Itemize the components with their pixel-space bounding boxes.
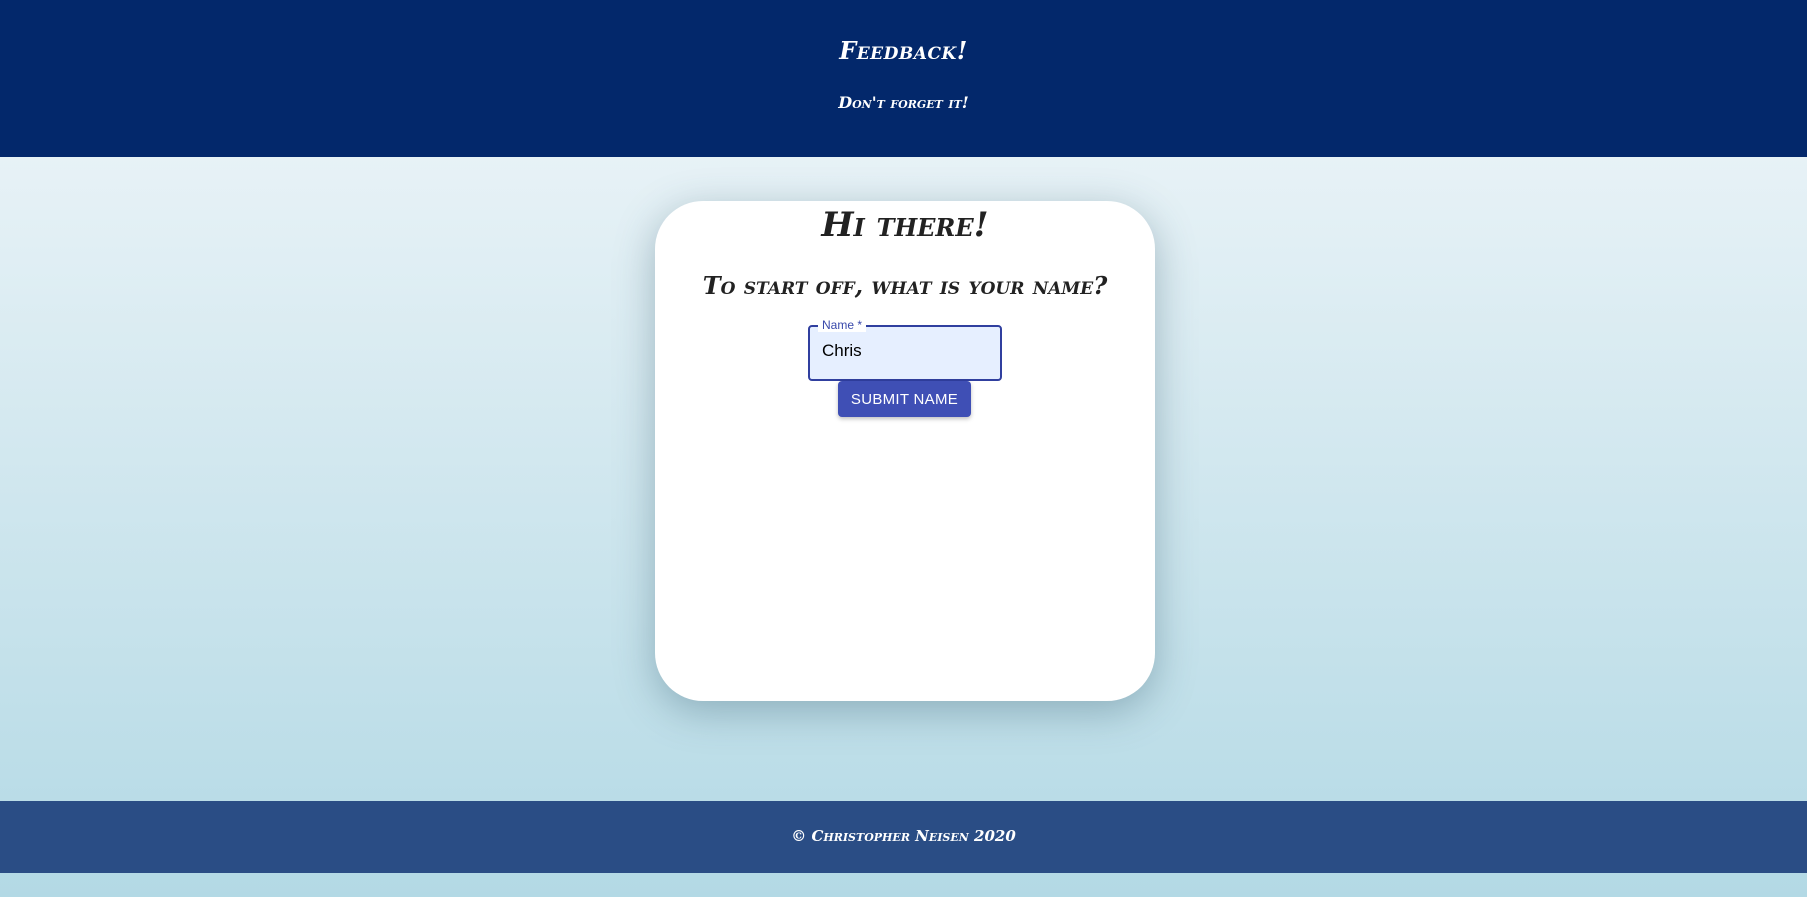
copyright-text: © Christopher Neisen 2020 xyxy=(791,827,1016,845)
app-title: Feedback! xyxy=(839,36,968,65)
app-footer: © Christopher Neisen 2020 xyxy=(0,801,1807,873)
name-input[interactable] xyxy=(810,327,998,375)
name-field: Name * xyxy=(808,318,1002,381)
submit-name-button[interactable]: SUBMIT NAME xyxy=(838,381,971,417)
app-subtitle: Don't forget it! xyxy=(838,93,969,112)
name-question: To start off, what is your name? xyxy=(702,271,1108,300)
app-header: Feedback! Don't forget it! xyxy=(0,0,1807,157)
name-card: Hi there! To start off, what is your nam… xyxy=(655,201,1155,701)
greeting-heading: Hi there! xyxy=(821,205,989,245)
